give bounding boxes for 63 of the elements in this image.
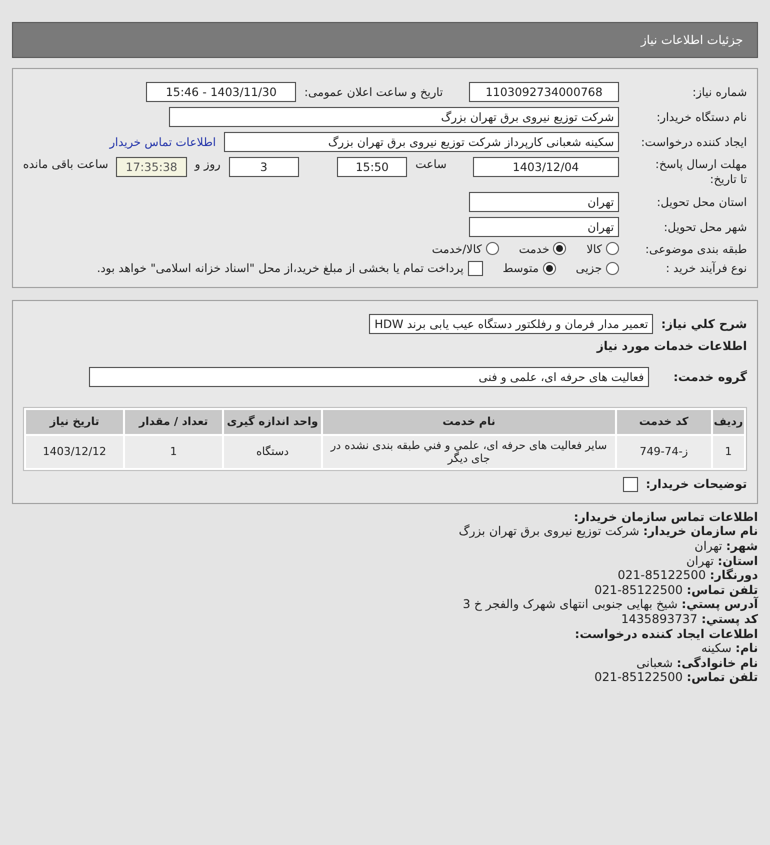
column-header: تاریخ نیاز xyxy=(26,410,123,434)
contact-line: نام خانوادگی: شعبانی xyxy=(636,656,758,670)
contact-line: آدرس پستي: شیخ بهایی جنوبی انتهای شهرک والفجر خ 3 xyxy=(462,597,758,612)
table-cell: 1 xyxy=(712,436,744,468)
field-label: شماره نیاز: xyxy=(691,85,747,99)
field-label: ایجاد کننده درخواست: xyxy=(640,135,747,149)
radio-label: جزیی xyxy=(576,261,602,276)
buyer-org-field: شرکت توزیع نیروی برق تهران بزرگ xyxy=(169,107,619,127)
field-label: نام دستگاه خریدار: xyxy=(655,110,747,124)
deadline-date-field: 1403/12/04 xyxy=(472,157,619,177)
field-label: شهر محل تحویل: xyxy=(662,220,747,234)
contact-heading: اطلاعات تماس سازمان خریدار: xyxy=(574,510,758,524)
province-field: تهران xyxy=(469,192,619,212)
table-cell: 1403/12/12 xyxy=(26,436,123,468)
buyer-contact-link[interactable]: اطلاعات تماس خریدار xyxy=(109,135,216,149)
field-label: استان محل تحویل: xyxy=(656,194,747,209)
radio-button[interactable] xyxy=(606,262,619,275)
column-header: تعداد / مقدار xyxy=(125,410,222,434)
field-label: ساعت xyxy=(415,157,447,171)
table-cell: 1 xyxy=(125,436,222,468)
radio-button[interactable] xyxy=(606,242,619,256)
section-heading: اطلاعات خدمات مورد نیاز xyxy=(596,338,747,353)
radio-label: خدمت xyxy=(518,242,550,256)
column-header: نام خدمت xyxy=(323,410,615,434)
checkbox[interactable] xyxy=(622,476,638,492)
contact-line: نام سازمان خریدار: شرکت توزیع نیروی برق تهران بزرگ xyxy=(458,524,758,540)
remaining-time-field: 17:35:38 xyxy=(116,157,187,177)
column-header: واحد اندازه گیری xyxy=(224,410,321,434)
field-label: ساعت باقی مانده xyxy=(22,157,108,171)
radio-button[interactable] xyxy=(553,242,566,256)
radio-label: کالا/خدمت xyxy=(432,242,482,256)
radio-label: متوسط xyxy=(502,261,539,276)
radio-label: کالا xyxy=(586,242,602,256)
field-label: مهلت ارسال پاسخ: تا تاریخ: xyxy=(654,157,747,187)
field-label: نوع فرآیند خرید : xyxy=(664,261,747,276)
field-label: روز و xyxy=(194,157,221,171)
field-label: توضیحات خریدار: xyxy=(646,477,747,492)
radio-button[interactable] xyxy=(542,262,556,275)
field-label: گروه خدمت: xyxy=(672,370,747,384)
requester-field: سکینه شعبانی کارپرداز شرکت توزیع نیروی برق تهران بزرگ xyxy=(224,132,619,152)
field-label: شرح کلي نياز: xyxy=(661,316,747,331)
contact-heading: اطلاعات ایجاد کننده درخواست: xyxy=(574,626,758,642)
contact-line: نام: سکینه xyxy=(701,641,758,656)
field-label: طبقه بندی موضوعی: xyxy=(644,242,747,256)
city-field: تهران xyxy=(469,216,619,237)
checkbox-label: پرداخت تمام یا بخشی از مبلغ خرید،از محل "اسناد خزانه اسلامی" خواهد بود. xyxy=(96,261,464,276)
radio-button[interactable] xyxy=(486,242,499,256)
contact-line: شهر: تهران xyxy=(694,539,758,554)
checkbox[interactable] xyxy=(468,260,483,276)
column-header: ردیف xyxy=(712,410,744,434)
deadline-time-field: 15:50 xyxy=(336,157,408,177)
table-cell: ز-74-749 xyxy=(616,436,711,468)
contact-line: استان: تهران xyxy=(686,554,758,568)
table-cell: دستگاه xyxy=(224,436,321,468)
service-group-field: فعالیت های حرفه ای، علمی و فنی xyxy=(89,366,649,387)
announce-date-field: 1403/11/30 - 15:46 xyxy=(146,82,296,102)
header-title: جزئیات اطلاعات نیاز xyxy=(640,33,743,47)
summary-field: تعمیر مدار فرمان و رفلکتور دستگاه عیب یابی برند HDW xyxy=(369,314,654,334)
field-label: تاریخ و ساعت اعلان عمومی: xyxy=(304,85,443,99)
days-field: 3 xyxy=(228,157,299,177)
column-header: کد خدمت xyxy=(616,410,711,434)
table-cell: سایر فعالیت های حرفه ای، علمي و فني طبقه بندی نشده در جای دیگر xyxy=(323,436,615,468)
need-number-field: 1103092734000768 xyxy=(469,82,619,102)
